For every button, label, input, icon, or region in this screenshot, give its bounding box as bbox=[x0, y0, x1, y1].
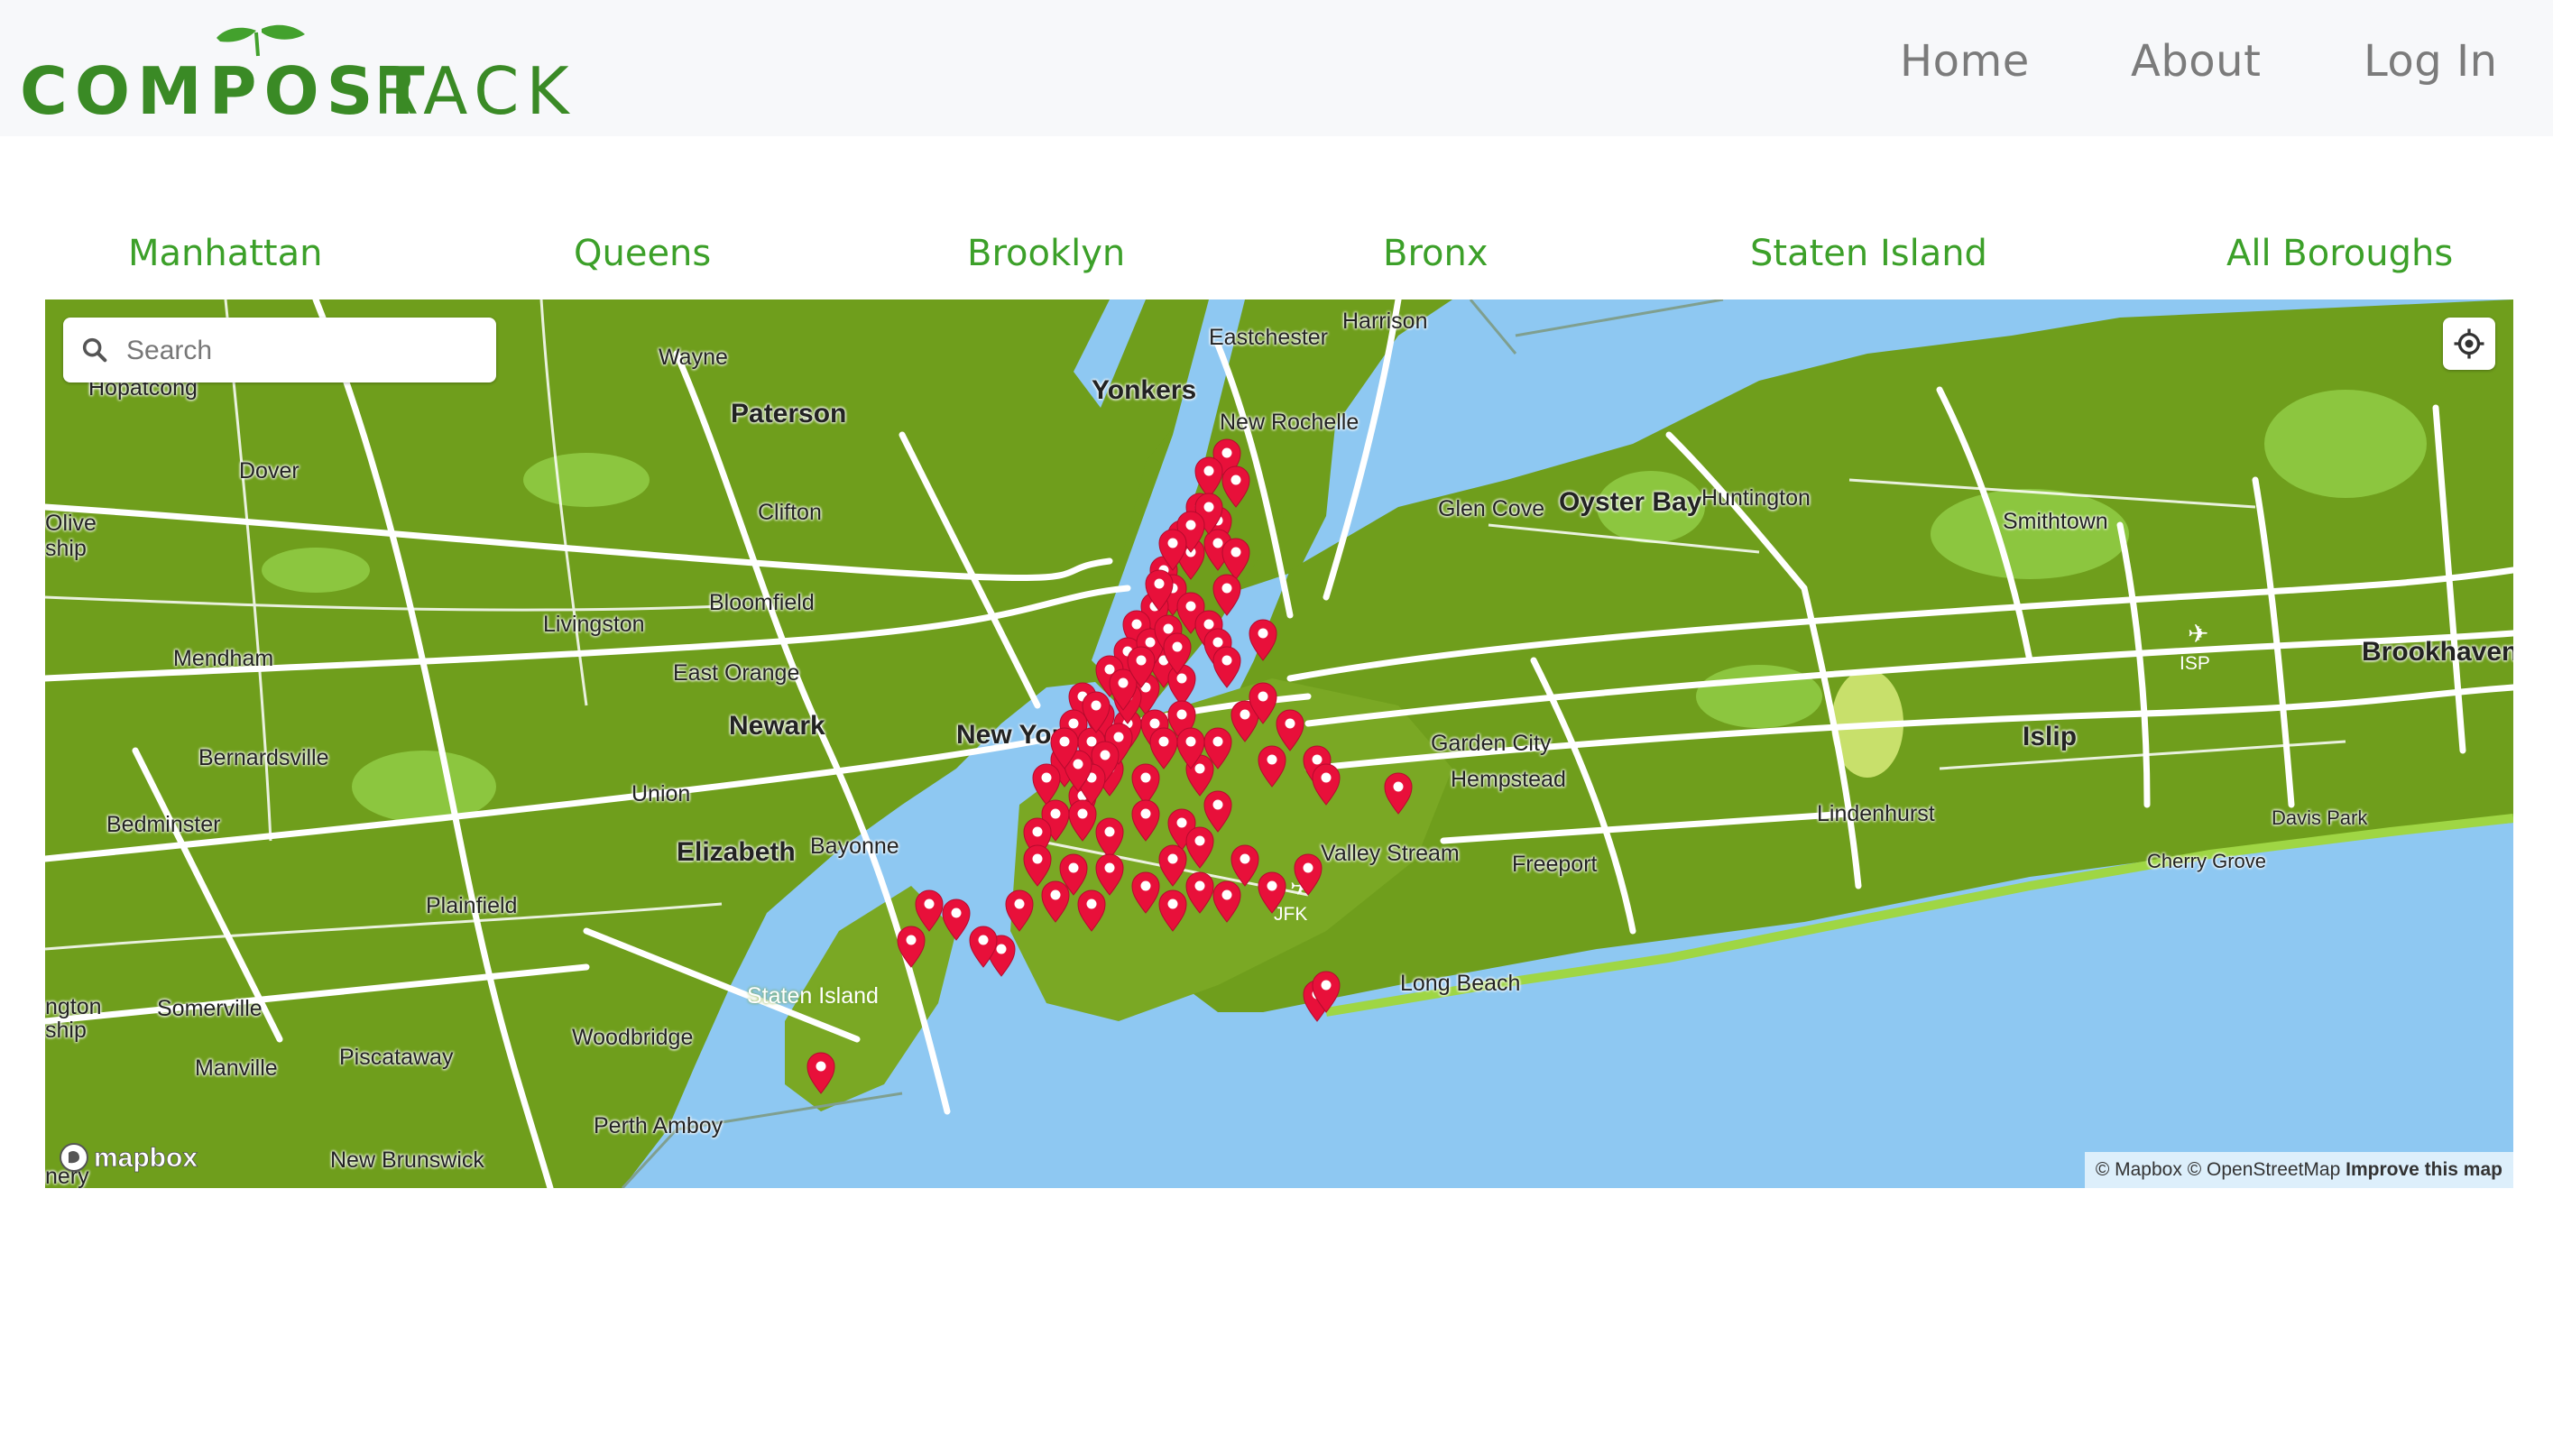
location-pin-icon[interactable] bbox=[1203, 790, 1232, 833]
location-pin-icon[interactable] bbox=[806, 1052, 835, 1094]
crosshair-icon bbox=[2454, 328, 2484, 359]
map-pins-layer bbox=[806, 438, 1413, 1094]
mapbox-logo-text: mapbox bbox=[94, 1143, 198, 1173]
location-pin-icon[interactable] bbox=[1212, 880, 1241, 923]
location-pin-icon[interactable] bbox=[1258, 871, 1286, 914]
location-pin-icon[interactable] bbox=[1249, 619, 1277, 661]
location-pin-icon[interactable] bbox=[1276, 709, 1304, 751]
location-pin-icon[interactable] bbox=[1230, 844, 1259, 887]
mapbox-logo[interactable]: mapbox bbox=[58, 1139, 220, 1175]
navbar: COMPOST RACK Home About Log In bbox=[0, 0, 2553, 136]
location-pin-icon[interactable] bbox=[1023, 844, 1052, 887]
location-pin-icon[interactable] bbox=[1312, 763, 1341, 806]
location-pin-icon[interactable] bbox=[1212, 646, 1241, 688]
location-pin-icon[interactable] bbox=[1167, 664, 1196, 706]
leaf-icon bbox=[217, 27, 256, 42]
location-pin-icon[interactable] bbox=[1041, 880, 1070, 923]
location-pin-icon[interactable] bbox=[1005, 889, 1034, 932]
map-search-input[interactable] bbox=[124, 318, 489, 384]
location-pin-icon[interactable] bbox=[1221, 538, 1250, 580]
location-pin-icon[interactable] bbox=[1131, 799, 1160, 842]
search-icon bbox=[82, 337, 107, 363]
borough-queens[interactable]: Queens bbox=[574, 233, 711, 274]
location-pin-icon[interactable] bbox=[1131, 763, 1160, 806]
borough-brooklyn[interactable]: Brooklyn bbox=[967, 233, 1125, 274]
location-pin-icon[interactable] bbox=[1068, 799, 1097, 842]
map[interactable]: ✈ ✈ Hopatcong Wayne Paterson Yonkers Eas… bbox=[45, 299, 2513, 1188]
nav-about-link[interactable]: About bbox=[2131, 36, 2261, 87]
location-pin-icon[interactable] bbox=[1158, 889, 1187, 932]
location-pin-icon[interactable] bbox=[915, 889, 944, 932]
location-pin-icon[interactable] bbox=[1185, 826, 1214, 869]
location-pin-icon[interactable] bbox=[1212, 574, 1241, 616]
location-pin-icon[interactable] bbox=[1294, 853, 1323, 896]
location-pin-icon[interactable] bbox=[1194, 456, 1223, 499]
location-pin-icon[interactable] bbox=[1149, 727, 1178, 769]
location-pin-icon[interactable] bbox=[1158, 844, 1187, 887]
location-pin-icon[interactable] bbox=[1131, 871, 1160, 914]
attribution-osm-link[interactable]: © OpenStreetMap bbox=[2188, 1159, 2341, 1180]
location-pin-icon[interactable] bbox=[1185, 871, 1214, 914]
geolocate-button[interactable] bbox=[2443, 318, 2495, 370]
map-attribution: © Mapbox © OpenStreetMap Improve this ma… bbox=[2084, 1152, 2513, 1188]
borough-all[interactable]: All Boroughs bbox=[2226, 233, 2453, 274]
nav-home-link[interactable]: Home bbox=[1900, 36, 2030, 87]
logo-rack-text: RACK bbox=[373, 53, 570, 121]
borough-bronx[interactable]: Bronx bbox=[1383, 233, 1488, 274]
improve-map-link[interactable]: Improve this map bbox=[2346, 1159, 2502, 1180]
logo-compost-text: COMPOST bbox=[20, 53, 432, 121]
map-search-box[interactable] bbox=[63, 318, 496, 384]
attribution-mapbox-link[interactable]: © Mapbox bbox=[2096, 1159, 2182, 1180]
location-pin-icon[interactable] bbox=[1095, 853, 1124, 896]
borough-manhattan[interactable]: Manhattan bbox=[128, 233, 322, 274]
location-pin-icon[interactable] bbox=[1258, 745, 1286, 788]
compostrack-logo[interactable]: COMPOST RACK bbox=[20, 20, 570, 121]
location-pin-icon[interactable] bbox=[1221, 465, 1250, 508]
borough-staten-island[interactable]: Staten Island bbox=[1750, 233, 1987, 274]
location-pin-icon[interactable] bbox=[1032, 763, 1061, 806]
location-pin-icon[interactable] bbox=[1384, 772, 1413, 815]
nav-login-link[interactable]: Log In bbox=[2364, 36, 2498, 87]
location-pin-icon[interactable] bbox=[942, 898, 971, 941]
location-pin-icon[interactable] bbox=[897, 926, 926, 968]
location-pin-icon[interactable] bbox=[1095, 817, 1124, 860]
location-pin-icon[interactable] bbox=[1077, 889, 1106, 932]
